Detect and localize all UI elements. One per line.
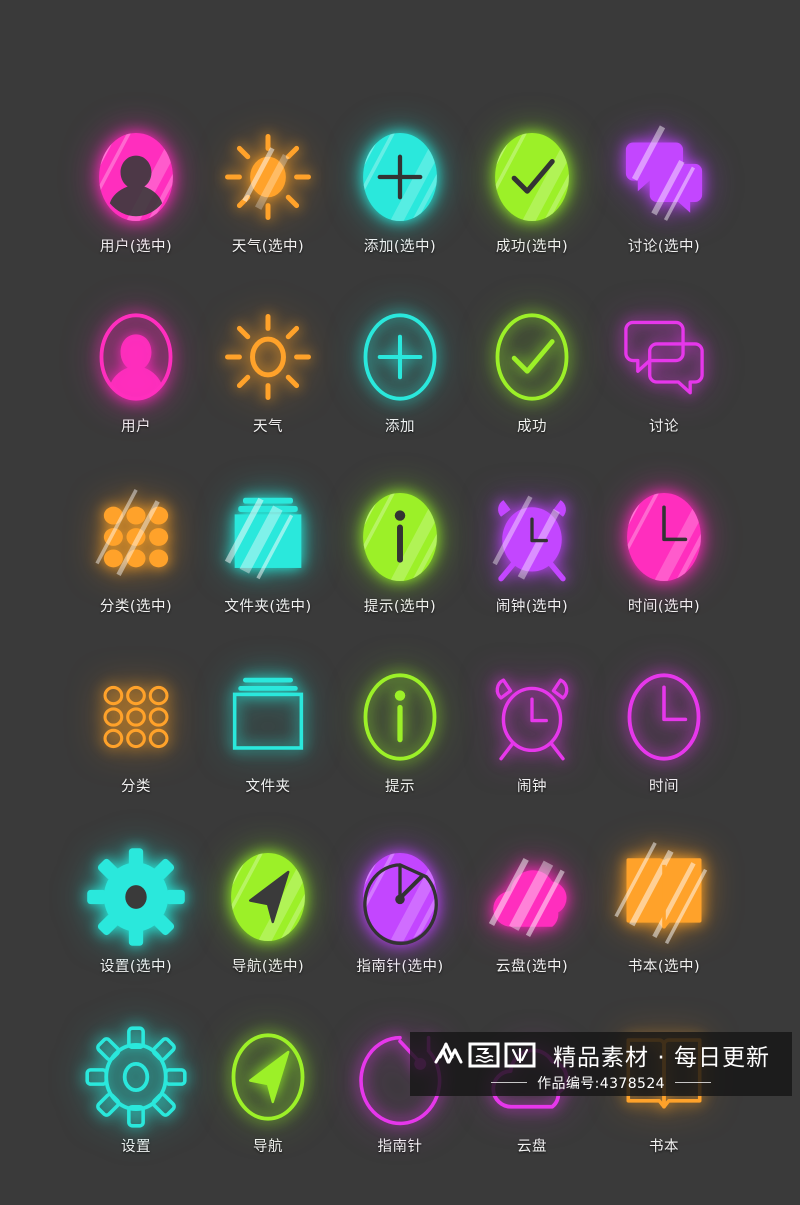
info-icon[interactable]	[348, 485, 452, 589]
user-icon[interactable]	[84, 305, 188, 409]
icon-cell[interactable]: 分类	[70, 665, 202, 845]
cloud-icon[interactable]	[480, 845, 584, 949]
icon-cell[interactable]: 成功(选中)	[466, 125, 598, 305]
icon-label: 设置	[121, 1139, 151, 1155]
icon-label: 用户(选中)	[99, 239, 173, 255]
icon-cell[interactable]: 天气	[202, 305, 334, 485]
icon-label: 导航	[253, 1139, 283, 1155]
icon-cell[interactable]: 云盘(选中)	[466, 845, 598, 1025]
icon-label: 提示(选中)	[363, 599, 437, 615]
icon-cell[interactable]: 添加	[334, 305, 466, 485]
icon-cell[interactable]: 讨论	[598, 305, 730, 485]
icon-label: 闹钟	[517, 779, 547, 795]
icon-label: 时间(选中)	[627, 599, 701, 615]
navigate-icon[interactable]	[216, 845, 320, 949]
folder-icon[interactable]	[216, 485, 320, 589]
book-icon[interactable]	[612, 842, 716, 949]
check-icon[interactable]	[480, 305, 584, 409]
icon-label: 天气(选中)	[231, 239, 305, 255]
icon-cell[interactable]: 闹钟(选中)	[466, 485, 598, 665]
icon-cell[interactable]: 分类(选中)	[70, 485, 202, 665]
icon-label: 天气	[253, 419, 283, 435]
icon-label: 云盘(选中)	[495, 959, 569, 975]
icon-label: 文件夹	[245, 779, 291, 795]
icon-cell[interactable]: 文件夹(选中)	[202, 485, 334, 665]
info-icon[interactable]	[348, 665, 452, 769]
icon-cell[interactable]: 导航	[202, 1025, 334, 1205]
compass-icon[interactable]	[348, 845, 452, 949]
icon-label: 添加(选中)	[363, 239, 437, 255]
icon-label: 文件夹(选中)	[224, 599, 312, 615]
watermark-rule-left	[491, 1082, 528, 1083]
watermark-top-row: 精品素材 · 每日更新	[432, 1038, 770, 1072]
icon-label: 闹钟(选中)	[495, 599, 569, 615]
icon-sheet-canvas: 用户(选中) 天气(选中) 添加(选中) 成功(选中) 讨论(选中) 用户 天气…	[0, 0, 800, 1205]
clock-icon[interactable]	[612, 665, 716, 769]
icon-label: 提示	[385, 779, 415, 795]
icon-label: 分类(选中)	[99, 599, 173, 615]
icon-label: 指南针	[377, 1139, 423, 1155]
chat-icon[interactable]	[612, 305, 716, 409]
sun-icon[interactable]	[216, 125, 320, 229]
watermark: 精品素材 · 每日更新 作品编号:4378524	[410, 1032, 792, 1096]
icon-label: 书本(选中)	[627, 959, 701, 975]
icon-label: 成功	[517, 419, 547, 435]
icon-label: 导航(选中)	[231, 959, 305, 975]
icon-label: 用户	[121, 419, 151, 435]
icon-cell[interactable]: 导航(选中)	[202, 845, 334, 1025]
icon-cell[interactable]: 添加(选中)	[334, 125, 466, 305]
watermark-rule-right	[674, 1082, 711, 1083]
icon-label: 设置(选中)	[99, 959, 173, 975]
icon-cell[interactable]: 闹钟	[466, 665, 598, 845]
gear-icon[interactable]	[84, 1025, 188, 1129]
alarm-icon[interactable]	[480, 485, 584, 589]
icon-label: 讨论	[649, 419, 679, 435]
icon-label: 讨论(选中)	[627, 239, 701, 255]
icon-cell[interactable]: 用户	[70, 305, 202, 485]
icon-cell[interactable]: 天气(选中)	[202, 125, 334, 305]
icon-cell[interactable]: 用户(选中)	[70, 125, 202, 305]
plus-icon[interactable]	[348, 125, 452, 229]
icon-cell[interactable]: 时间(选中)	[598, 485, 730, 665]
icon-cell[interactable]: 设置(选中)	[70, 845, 202, 1025]
icon-cell[interactable]: 文件夹	[202, 665, 334, 845]
sun-icon[interactable]	[216, 305, 320, 409]
navigate-icon[interactable]	[216, 1025, 320, 1129]
icon-cell[interactable]: 设置	[70, 1025, 202, 1205]
icon-label: 分类	[121, 779, 151, 795]
icon-cell[interactable]: 指南针(选中)	[334, 845, 466, 1025]
user-icon[interactable]	[84, 125, 188, 229]
watermark-bottom-row: 作品编号:4378524	[491, 1073, 711, 1093]
plus-icon[interactable]	[348, 305, 452, 409]
alarm-icon[interactable]	[480, 665, 584, 769]
chat-icon[interactable]	[612, 125, 716, 229]
folder-icon[interactable]	[216, 665, 320, 769]
icon-cell[interactable]: 时间	[598, 665, 730, 845]
gear-icon[interactable]	[84, 845, 188, 949]
icon-label: 云盘	[517, 1139, 547, 1155]
icon-cell[interactable]: 提示(选中)	[334, 485, 466, 665]
grid-icon[interactable]	[84, 665, 188, 769]
icon-cell[interactable]: 书本(选中)	[598, 842, 730, 1025]
zhongtuwang-logo-icon	[432, 1040, 544, 1070]
icon-cell[interactable]: 提示	[334, 665, 466, 845]
icon-label: 成功(选中)	[495, 239, 569, 255]
icon-label: 书本	[649, 1139, 679, 1155]
clock-icon[interactable]	[612, 485, 716, 589]
icon-label: 指南针(选中)	[356, 959, 444, 975]
icon-cell[interactable]: 成功	[466, 305, 598, 485]
watermark-tagline: 精品素材 · 每日更新	[553, 1044, 770, 1071]
icon-cell[interactable]: 讨论(选中)	[598, 125, 730, 305]
grid-icon[interactable]	[84, 485, 188, 589]
icon-label: 添加	[385, 419, 415, 435]
check-icon[interactable]	[480, 125, 584, 229]
icon-label: 时间	[649, 779, 679, 795]
watermark-work-id: 作品编号:4378524	[537, 1075, 665, 1092]
